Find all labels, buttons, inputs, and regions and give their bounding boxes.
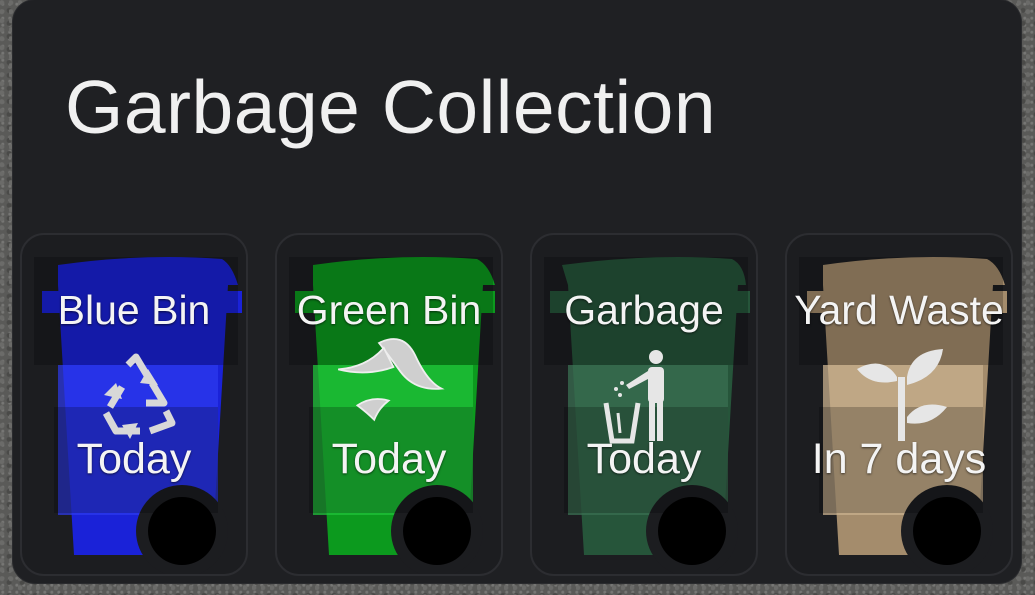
bin-collection-date: Today <box>586 435 702 483</box>
bin-tile-green[interactable]: Green Bin Today <box>275 233 503 576</box>
bin-name: Green Bin <box>296 287 482 333</box>
bin-collection-date: Today <box>76 435 192 483</box>
bin-name: Blue Bin <box>57 287 211 333</box>
card-title: Garbage Collection <box>65 65 717 149</box>
banana-peel-icon <box>337 338 445 422</box>
bin-collection-date: Today <box>331 435 447 483</box>
recycle-icon <box>102 353 176 439</box>
sprout-icon <box>857 349 947 441</box>
bin-tile-yard-waste[interactable]: Yard Waste In 7 days <box>785 233 1013 576</box>
bin-name: Garbage <box>564 287 724 333</box>
bin-collection-date: In 7 days <box>811 435 987 483</box>
bin-name: Yard Waste <box>794 287 1004 333</box>
person-trash-icon <box>603 350 664 444</box>
bin-tile-blue[interactable]: Blue Bin Today <box>20 233 248 576</box>
bin-tile-garbage[interactable]: Garbage Today <box>530 233 758 576</box>
garbage-collection-card: Garbage Collection Blue Bin Today Green … <box>13 0 1021 583</box>
